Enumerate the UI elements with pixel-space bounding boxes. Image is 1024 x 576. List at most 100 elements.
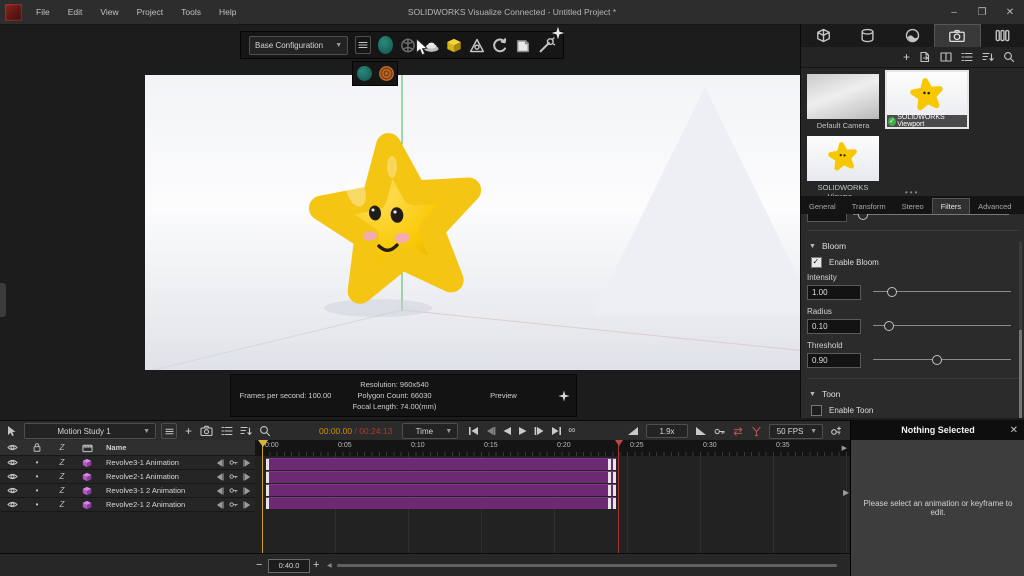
threshold-input[interactable]: 0.90 <box>807 353 861 368</box>
rotate-icon[interactable] <box>492 36 508 55</box>
lock-dot-icon[interactable]: • <box>24 486 50 495</box>
interpolation-icon[interactable]: Z <box>50 472 74 481</box>
zoom-out-button[interactable]: − <box>256 560 262 570</box>
end-marker-flag[interactable] <box>615 440 623 446</box>
filters-scrollbar[interactable] <box>1019 242 1022 412</box>
next-key-icon[interactable] <box>243 459 252 467</box>
enable-toon-checkbox[interactable] <box>811 405 822 416</box>
lock-dot-icon[interactable]: • <box>24 458 50 467</box>
step-forward-button[interactable] <box>534 426 545 436</box>
tab-transform[interactable]: Transform <box>844 199 894 214</box>
intensity-input[interactable]: 1.00 <box>807 285 861 300</box>
auto-key-icon[interactable] <box>830 425 842 437</box>
prev-key-icon[interactable] <box>215 501 224 509</box>
enable-bloom-checkbox[interactable] <box>811 257 822 268</box>
skip-end-button[interactable] <box>551 426 562 436</box>
add-camera-button[interactable]: + <box>903 52 910 62</box>
prev-key-icon[interactable] <box>215 473 224 481</box>
menu-tools[interactable]: Tools <box>172 7 210 17</box>
tab-environments[interactable] <box>890 24 934 47</box>
interpolation-icon[interactable]: Z <box>50 458 74 467</box>
swap-keys-icon[interactable] <box>732 426 744 437</box>
end-marker-line[interactable] <box>618 440 619 553</box>
timeline-scale-input[interactable]: 0:40.0 <box>268 559 310 573</box>
tab-filters[interactable]: Filters <box>932 198 970 214</box>
key-icon[interactable] <box>714 426 725 437</box>
interpolation-icon[interactable]: Z <box>50 500 74 509</box>
step-back-button[interactable] <box>485 426 496 436</box>
next-key-icon[interactable] <box>243 501 252 509</box>
visibility-icon[interactable] <box>7 499 18 510</box>
timeline-tracks[interactable] <box>255 456 850 553</box>
lock-dot-icon[interactable]: • <box>24 500 50 509</box>
key-icon[interactable] <box>229 500 238 509</box>
denoiser-icon[interactable] <box>400 36 416 55</box>
skip-start-button[interactable] <box>468 426 479 436</box>
animation-bar[interactable] <box>266 497 616 509</box>
zoom-in-button[interactable]: + <box>313 560 319 570</box>
list-view-icon[interactable] <box>221 425 233 437</box>
tab-advanced[interactable]: Advanced <box>970 199 1019 214</box>
delete-keys-icon[interactable] <box>751 426 762 437</box>
list-view-icon[interactable] <box>961 51 973 63</box>
toon-section-header[interactable]: ▼ Toon <box>801 383 1024 403</box>
restore-button[interactable]: ❐ <box>968 0 996 24</box>
next-key-icon[interactable] <box>243 473 252 481</box>
select-tool-icon[interactable] <box>6 425 18 437</box>
lock-dot-icon[interactable]: • <box>24 472 50 481</box>
render-animation-icon[interactable] <box>200 425 213 437</box>
tab-appearances[interactable] <box>845 24 889 47</box>
animation-bar[interactable] <box>266 471 616 483</box>
visibility-icon[interactable] <box>7 485 18 496</box>
key-icon[interactable] <box>229 458 238 467</box>
tab-cameras[interactable] <box>934 24 980 47</box>
prev-key-icon[interactable] <box>215 459 224 467</box>
model-icon[interactable] <box>446 36 462 55</box>
tab-general[interactable]: General <box>801 199 844 214</box>
ruler-scroll-right-icon[interactable]: ▶ <box>842 444 847 452</box>
camera-thumb-viewport2[interactable] <box>807 136 879 181</box>
animation-bar[interactable] <box>266 484 616 496</box>
minimize-button[interactable]: – <box>940 0 968 24</box>
scroll-left-icon[interactable]: ◀ <box>327 562 332 569</box>
animation-bar[interactable] <box>266 458 616 470</box>
search-icon[interactable] <box>259 425 271 437</box>
radius-slider[interactable] <box>873 325 1011 326</box>
tab-models[interactable] <box>801 24 845 47</box>
visibility-icon[interactable] <box>7 457 18 468</box>
interpolation-icon[interactable]: Z <box>50 486 74 495</box>
star-model[interactable] <box>321 146 468 292</box>
track-row[interactable]: • Z Revolve3-1 2 Animation <box>0 484 255 498</box>
ramp-up-icon[interactable] <box>627 426 639 436</box>
timeline-scrollbar[interactable] <box>337 564 837 567</box>
new-project-icon[interactable] <box>515 36 531 55</box>
close-button[interactable]: ✕ <box>996 0 1024 24</box>
left-panel-handle[interactable] <box>0 283 6 317</box>
accurate-mode-swatch[interactable] <box>379 66 394 81</box>
next-key-icon[interactable] <box>243 487 252 495</box>
clipped-input[interactable] <box>807 214 847 222</box>
hierarchy-icon[interactable] <box>469 36 485 55</box>
key-icon[interactable] <box>229 472 238 481</box>
track-row[interactable]: • Z Revolve2-1 2 Animation <box>0 498 255 512</box>
intensity-slider[interactable] <box>873 291 1011 292</box>
camera-thumb-default[interactable] <box>807 74 879 119</box>
menu-project[interactable]: Project <box>128 7 172 17</box>
clipped-slider[interactable] <box>853 214 1009 215</box>
threshold-slider[interactable] <box>873 359 1011 360</box>
sort-icon[interactable] <box>240 425 252 437</box>
fast-mode-swatch[interactable] <box>357 66 372 81</box>
radius-input[interactable]: 0.10 <box>807 319 861 334</box>
render-mode-fast-button[interactable] <box>378 36 393 54</box>
sort-icon[interactable] <box>982 51 994 63</box>
close-icon[interactable]: ✕ <box>1010 425 1018 436</box>
menu-file[interactable]: File <box>27 7 59 17</box>
menu-edit[interactable]: Edit <box>59 7 92 17</box>
key-icon[interactable] <box>229 486 238 495</box>
viewport-3d[interactable] <box>145 75 875 370</box>
play-reverse-button[interactable] <box>502 426 512 436</box>
prev-key-icon[interactable] <box>215 487 224 495</box>
pin-toolbar-icon[interactable] <box>551 26 565 40</box>
ramp-down-icon[interactable] <box>695 426 707 436</box>
split-view-icon[interactable] <box>940 51 952 63</box>
